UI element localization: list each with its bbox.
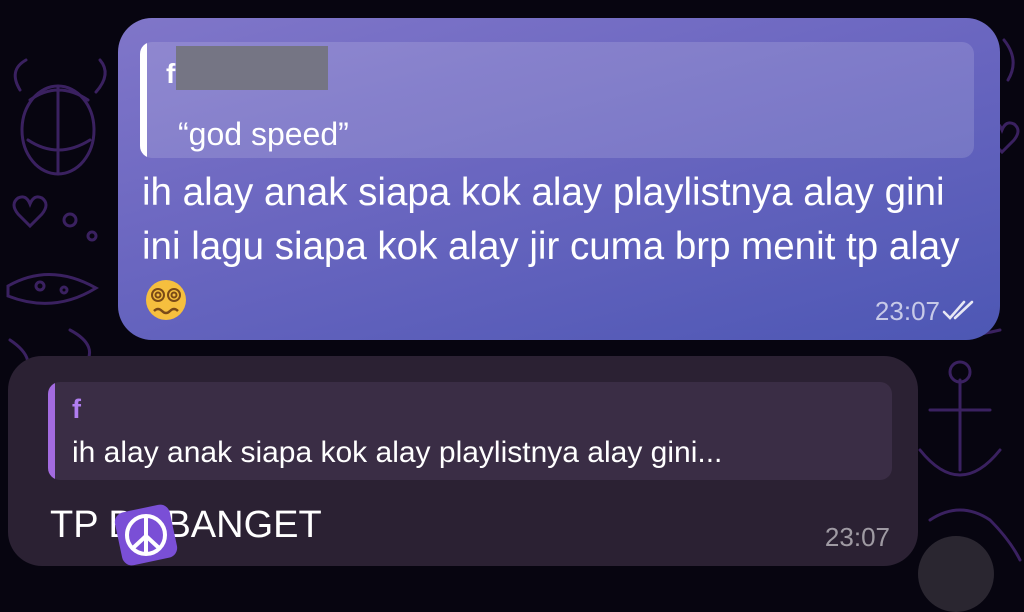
reply-accent-bar	[140, 42, 147, 158]
reply-preview[interactable]: f h “god speed”	[140, 42, 974, 158]
anchor-doodle	[918, 378, 1002, 477]
heart-doodle	[12, 195, 48, 229]
reply-quoted-text: ih alay anak siapa kok alay playlistnya …	[72, 436, 723, 469]
double-check-icon	[942, 300, 974, 320]
peace-sign-icon	[114, 504, 178, 566]
woozy-face-emoji-icon	[144, 278, 188, 337]
message-text-content: ih alay anak siapa kok alay playlistnya …	[142, 171, 960, 268]
redaction-block	[176, 46, 328, 90]
outgoing-message-bubble[interactable]: f h “god speed” ih alay anak siapa kok a…	[118, 18, 1000, 340]
reply-sender-name: f	[72, 394, 81, 424]
message-text: TP B I BANGET	[50, 504, 322, 546]
message-text: ih alay anak siapa kok alay playlistnya …	[142, 166, 972, 337]
reply-accent-bar	[48, 382, 55, 480]
reply-quoted-text: “god speed”	[178, 116, 349, 152]
fish-doodle	[6, 273, 99, 305]
message-time: 23:07	[824, 522, 890, 552]
message-time: 23:07	[874, 296, 940, 326]
reply-preview[interactable]: f ih alay anak siapa kok alay playlistny…	[48, 382, 892, 480]
scroll-down-button[interactable]	[918, 536, 994, 612]
